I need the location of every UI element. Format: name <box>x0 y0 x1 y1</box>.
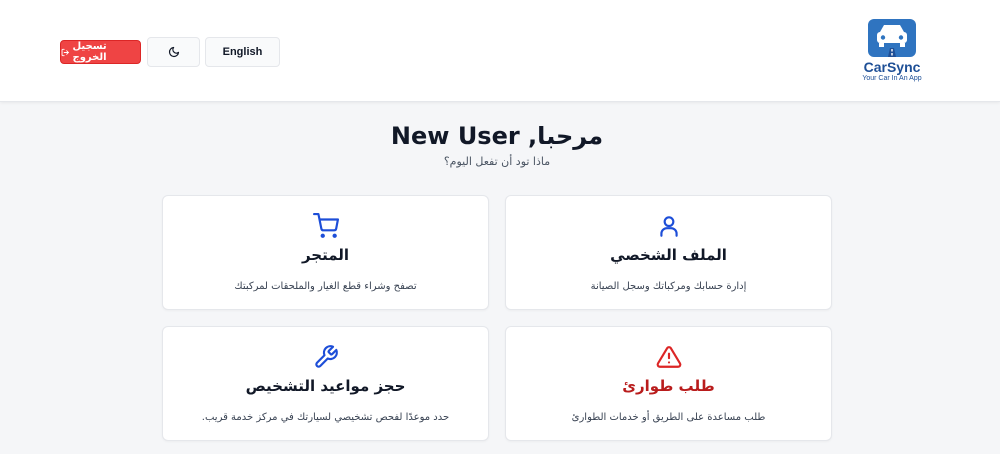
booking-card[interactable]: حجز مواعيد التشخيص حدد موعدًا لفحص تشخيص… <box>162 326 489 441</box>
welcome-title: مرحبا, New User <box>390 122 604 150</box>
logout-button[interactable]: تسجيل الخروج <box>60 40 141 64</box>
logo-tagline: Your Car In An App <box>862 75 922 82</box>
top-header: تسجيل الخروج English CarSync Your Car In… <box>0 0 1000 102</box>
logout-label: تسجيل الخروج <box>72 41 107 63</box>
logo-title: CarSync <box>863 59 921 75</box>
theme-toggle-button[interactable] <box>147 37 200 67</box>
carsync-logo[interactable]: CarSync Your Car In An App <box>852 18 932 86</box>
emergency-card-description: طلب مساعدة على الطريق أو خدمات الطوارئ <box>571 412 766 423</box>
profile-card[interactable]: الملف الشخصي إدارة حسابك ومركباتك وسجل ا… <box>505 195 832 310</box>
emergency-card-title: طلب طوارئ <box>622 377 715 395</box>
profile-card-description: إدارة حسابك ومركباتك وسجل الصيانة <box>590 281 747 292</box>
emergency-card[interactable]: طلب طوارئ طلب مساعدة على الطريق أو خدمات… <box>505 326 832 441</box>
cart-icon <box>313 213 339 238</box>
store-card[interactable]: المتجر تصفح وشراء قطع الغيار والملحقات ل… <box>162 195 489 310</box>
store-card-title: المتجر <box>301 246 350 264</box>
user-icon <box>660 216 678 237</box>
car-logo-icon <box>868 19 916 57</box>
language-button[interactable]: English <box>205 37 280 67</box>
wrench-icon <box>315 345 338 368</box>
store-card-description: تصفح وشراء قطع الغيار والملحقات لمركبتك <box>234 281 417 292</box>
warning-icon <box>656 346 682 368</box>
moon-icon <box>168 46 179 58</box>
booking-card-description: حدد موعدًا لفحص تشخيصي لسيارتك في مركز خ… <box>201 412 450 423</box>
welcome-subtitle: ماذا تود أن تفعل اليوم؟ <box>443 155 551 168</box>
booking-card-title: حجز مواعيد التشخيص <box>245 377 406 395</box>
logout-icon <box>61 48 69 56</box>
profile-card-title: الملف الشخصي <box>610 246 727 264</box>
